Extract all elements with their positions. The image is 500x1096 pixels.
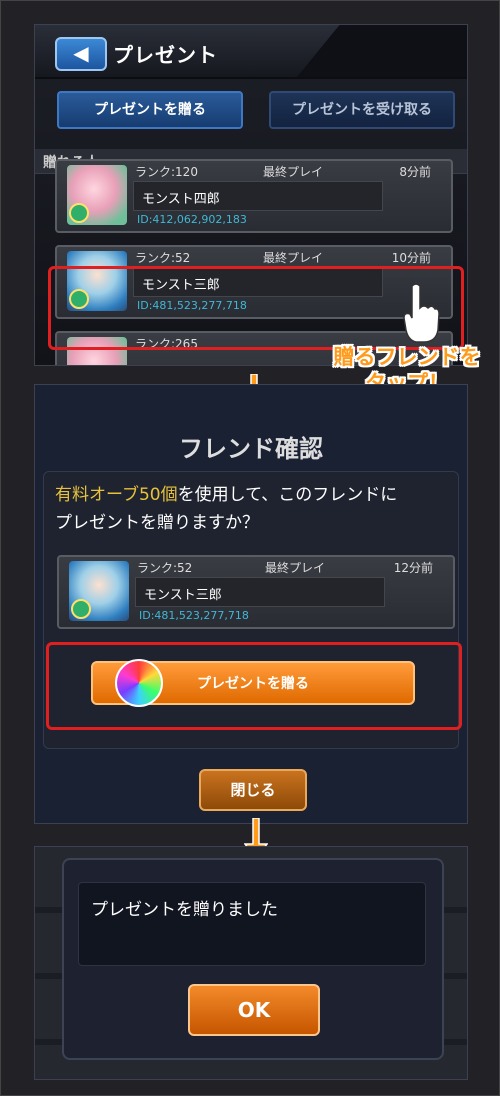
tab-send-present[interactable]: プレゼントを贈る	[57, 91, 243, 129]
confirm-message-part1: を使用して、このフレンドに	[177, 485, 398, 505]
back-button[interactable]: ◀	[55, 37, 107, 71]
confirm-friend-card: ランク:52 最終プレイ 12分前 モンスト三郎 ID:481,523,277,…	[57, 555, 455, 629]
orb-cost-text: 有料オーブ50個	[55, 485, 178, 505]
ok-button[interactable]: OK	[188, 984, 320, 1036]
callout-line-1: 贈るフレンドを	[333, 345, 481, 369]
last-play-time: 12分前	[393, 561, 433, 575]
result-message: プレゼントを贈りました	[91, 900, 278, 920]
element-badge-icon	[71, 599, 91, 619]
last-play-label: 最終プレイ	[263, 165, 324, 179]
friend-rank: ランク:120	[135, 165, 198, 179]
confirm-title: フレンド確認	[179, 435, 323, 463]
last-play-time: 8分前	[399, 165, 431, 179]
friend-confirm-dialog: フレンド確認 有料オーブ50個を使用して、このフレンドに プレゼントを贈りますか…	[34, 384, 468, 824]
tab-receive-present[interactable]: プレゼントを受け取る	[269, 91, 455, 129]
confirm-message: 有料オーブ50個を使用して、このフレンドに プレゼントを贈りますか？	[55, 481, 465, 537]
result-message-box: プレゼントを贈りました	[78, 882, 426, 966]
friend-rank: ランク:52	[135, 251, 191, 265]
friend-avatar	[69, 561, 129, 621]
friend-name-box: モンスト四郎	[133, 181, 383, 211]
friend-name-box: モンスト三郎	[135, 577, 385, 607]
confirm-message-part2: プレゼントを贈りますか？	[55, 513, 259, 533]
friend-id: ID:412,062,902,183	[137, 213, 247, 226]
result-dialog: プレゼントを贈りました OK	[62, 858, 444, 1060]
element-badge-icon	[69, 203, 89, 223]
friend-id: ID:481,523,277,718	[139, 609, 249, 622]
friend-card[interactable]: ランク:120 最終プレイ 8分前 モンスト四郎 ID:412,062,902,…	[55, 159, 453, 233]
last-play-label: 最終プレイ	[265, 561, 326, 575]
header-decoration	[297, 25, 467, 77]
header-bar: ◀ プレゼント	[35, 25, 467, 79]
pointing-hand-icon	[403, 283, 440, 343]
close-button[interactable]: 閉じる	[199, 769, 307, 811]
friend-avatar	[67, 165, 127, 225]
page-title: プレゼント	[113, 43, 218, 67]
back-arrow-icon: ◀	[73, 41, 89, 65]
friend-rank: ランク:52	[137, 561, 193, 575]
friend-name: モンスト三郎	[144, 588, 222, 603]
last-play-time: 10分前	[391, 251, 431, 265]
highlight-frame	[46, 642, 462, 730]
last-play-label: 最終プレイ	[263, 251, 324, 265]
friend-name: モンスト四郎	[142, 192, 220, 207]
